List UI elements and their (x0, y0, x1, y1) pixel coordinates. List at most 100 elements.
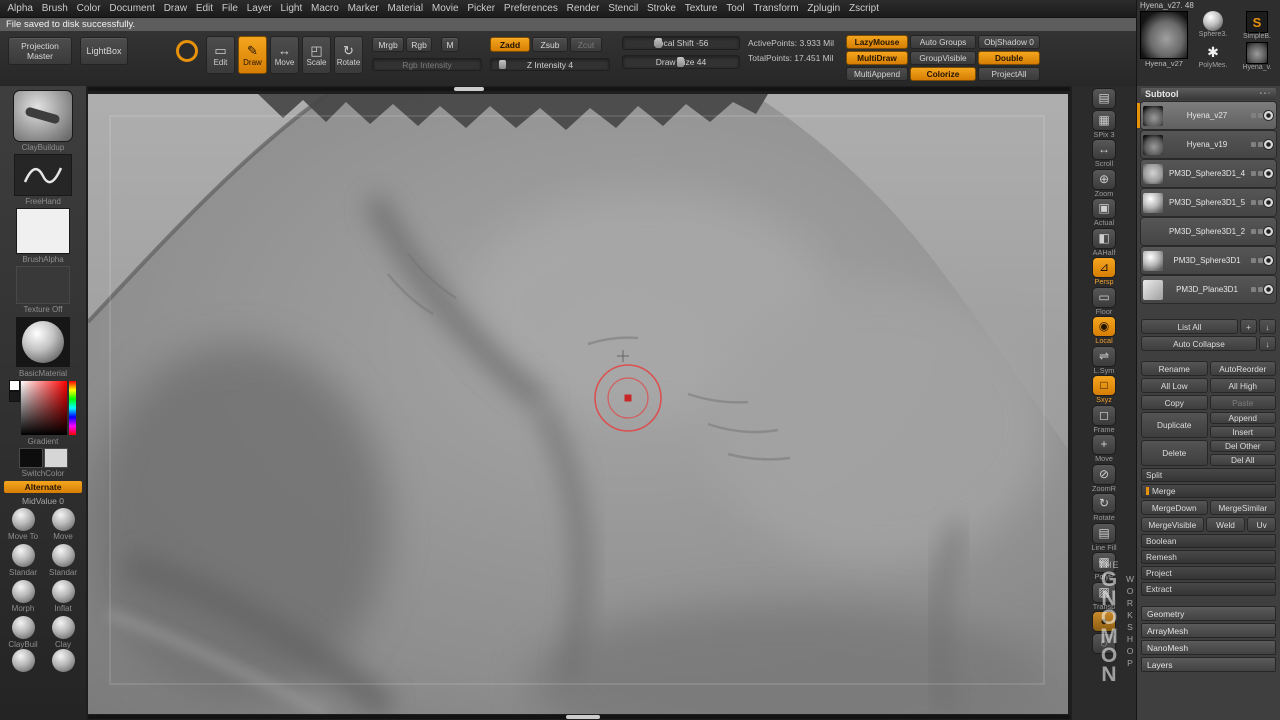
mergesimilar-button[interactable]: MergeSimilar (1210, 500, 1277, 515)
menu-item[interactable]: Layer (242, 3, 276, 14)
subtool-row[interactable]: Hyena_v27 (1141, 102, 1276, 129)
floor-button[interactable]: ▭ Floor (1093, 288, 1115, 315)
quick-brush-button[interactable]: Inflat (43, 580, 83, 613)
rgb-button[interactable]: Rgb (406, 37, 432, 52)
menu-item[interactable]: Preferences (500, 3, 563, 14)
autoreorder-button[interactable]: AutoReorder (1210, 361, 1277, 376)
menu-item[interactable]: Transform (749, 3, 803, 14)
current-material-thumbnail[interactable] (16, 317, 70, 367)
hue-strip[interactable] (69, 381, 76, 435)
append-button[interactable]: Append (1210, 412, 1277, 424)
zoomr-button[interactable]: ⊘ ZoomR (1092, 465, 1116, 492)
shelf-toggle-button[interactable]: Colorize (910, 67, 976, 81)
shelf-toggle-button[interactable]: Double (978, 51, 1040, 65)
mergedown-button[interactable]: MergeDown (1141, 500, 1208, 515)
alt-color-box[interactable] (45, 449, 67, 467)
sculpt-toggle-icon[interactable] (1258, 171, 1263, 176)
slider-handle[interactable] (677, 57, 684, 67)
zcut-button[interactable]: Zcut (570, 37, 602, 52)
menu-item[interactable]: File (217, 3, 242, 14)
duplicate-button[interactable]: Duplicate (1141, 412, 1208, 438)
paste-button[interactable]: Paste (1210, 395, 1277, 410)
subtool-row[interactable]: PM3D_Plane3D1 (1141, 276, 1276, 303)
switch-color-control[interactable] (20, 449, 67, 467)
shelf-toggle-button[interactable]: GroupVisible (910, 51, 976, 65)
remesh-section-bar[interactable]: Remesh (1141, 550, 1276, 564)
shelf-menu-button[interactable]: ▤ (1093, 89, 1115, 108)
scrollbar-handle[interactable] (566, 715, 600, 719)
sxyz-button[interactable]: □ Sxyz (1093, 376, 1115, 403)
menu-item[interactable]: Brush (37, 3, 72, 14)
visibility-eye-icon[interactable] (1264, 111, 1273, 120)
subtool-palette-header[interactable]: Subtool ▪▪▫ (1141, 88, 1276, 100)
sculpt-toggle-icon[interactable] (1258, 142, 1263, 147)
move-mode-button[interactable]: ↔ Move (270, 36, 299, 74)
menu-item[interactable]: Alpha (3, 3, 37, 14)
current-tool-thumbnail[interactable] (1140, 11, 1188, 59)
delete-button[interactable]: Delete (1141, 440, 1208, 466)
sculpt-toggle-icon[interactable] (1258, 287, 1263, 292)
paint-toggle-icon[interactable] (1251, 229, 1256, 234)
local-button[interactable]: ◉ Local (1093, 317, 1115, 344)
menu-item[interactable]: Texture (680, 3, 722, 14)
subtool-thumbnail[interactable] (1143, 135, 1163, 155)
canvas-hscrollbar-top[interactable] (88, 87, 1070, 91)
actual-button[interactable]: ▣ Actual (1093, 199, 1115, 226)
visibility-eye-icon[interactable] (1264, 169, 1273, 178)
paint-toggle-icon[interactable] (1251, 258, 1256, 263)
scroll-button[interactable]: ↔ Scroll (1093, 140, 1115, 167)
rename-button[interactable]: Rename (1141, 361, 1208, 376)
zsub-button[interactable]: Zsub (532, 37, 568, 52)
draw-mode-button[interactable]: ✎ Draw (238, 36, 267, 74)
subtool-row[interactable]: PM3D_Sphere3D1 (1141, 247, 1276, 274)
spix-button[interactable]: ▦ SPix 3 (1093, 111, 1115, 138)
slider-handle[interactable] (499, 60, 506, 69)
sculpt-toggle-icon[interactable] (1258, 258, 1263, 263)
extract-section-bar[interactable]: Extract (1141, 582, 1276, 596)
sculpt-viewport[interactable] (88, 94, 1068, 714)
merge-section-bar[interactable]: Merge (1141, 484, 1276, 498)
del-all-button[interactable]: Del All (1210, 454, 1277, 466)
subtool-row[interactable]: PM3D_Sphere3D1_5 (1141, 189, 1276, 216)
subtool-thumbnail[interactable] (1143, 222, 1163, 242)
current-alpha-thumbnail[interactable] (17, 209, 69, 253)
split-section-bar[interactable]: Split (1141, 468, 1276, 482)
edit-mode-button[interactable]: ▭ Edit (206, 36, 235, 74)
polyframe-button[interactable]: ▩ PolyF (1093, 553, 1115, 580)
recent-tool-hyena[interactable]: Hyena_v. (1235, 42, 1279, 72)
subtool-row[interactable]: PM3D_Sphere3D1_4 (1141, 160, 1276, 187)
scroll-down-icon[interactable]: ↓ (1259, 319, 1276, 334)
shelf-toggle-button[interactable]: ObjShadow 0 (978, 35, 1040, 49)
menu-item[interactable]: Document (105, 3, 159, 14)
menu-item[interactable]: Stroke (643, 3, 681, 14)
insert-button[interactable]: Insert (1210, 426, 1277, 438)
del-other-button[interactable]: Del Other (1210, 440, 1277, 452)
subtool-thumbnail[interactable] (1143, 280, 1163, 300)
uv-button[interactable]: Uv (1247, 517, 1276, 532)
visibility-eye-icon[interactable] (1264, 198, 1273, 207)
subtool-thumbnail[interactable] (1143, 193, 1163, 213)
rotate-mode-button[interactable]: ↻ Rotate (334, 36, 363, 74)
current-texture-thumbnail[interactable] (17, 267, 69, 303)
zoom-button[interactable]: ⊕ Zoom (1093, 170, 1115, 197)
m-button[interactable]: M (441, 37, 459, 52)
copy-button[interactable]: Copy (1141, 395, 1208, 410)
sculpt-toggle-icon[interactable] (1258, 229, 1263, 234)
visibility-eye-icon[interactable] (1264, 256, 1273, 265)
focal-shift-slider[interactable]: Focal Shift -56 (622, 36, 740, 50)
menu-item[interactable]: Edit (191, 3, 217, 14)
recent-tool-polymesh[interactable]: ✱ PolyMes. (1191, 42, 1235, 72)
alternate-button[interactable]: Alternate (4, 481, 82, 493)
rotate-canvas-button[interactable]: ↻ Rotate (1093, 494, 1115, 521)
menu-item[interactable]: Macro (307, 3, 344, 14)
paint-toggle-icon[interactable] (1251, 287, 1256, 292)
zadd-button[interactable]: Zadd (490, 37, 530, 52)
quick-brush-button[interactable]: Move (43, 508, 83, 541)
menu-item[interactable]: Picker (463, 3, 500, 14)
weld-button[interactable]: Weld (1206, 517, 1246, 532)
rgb-intensity-slider[interactable]: Rgb Intensity (372, 58, 482, 71)
quick-brush-button[interactable]: Clay (43, 616, 83, 649)
quick-brush-button[interactable]: Standar (3, 544, 43, 577)
paint-toggle-icon[interactable] (1251, 171, 1256, 176)
quick-brush-button[interactable]: ClayBuil (3, 616, 43, 649)
